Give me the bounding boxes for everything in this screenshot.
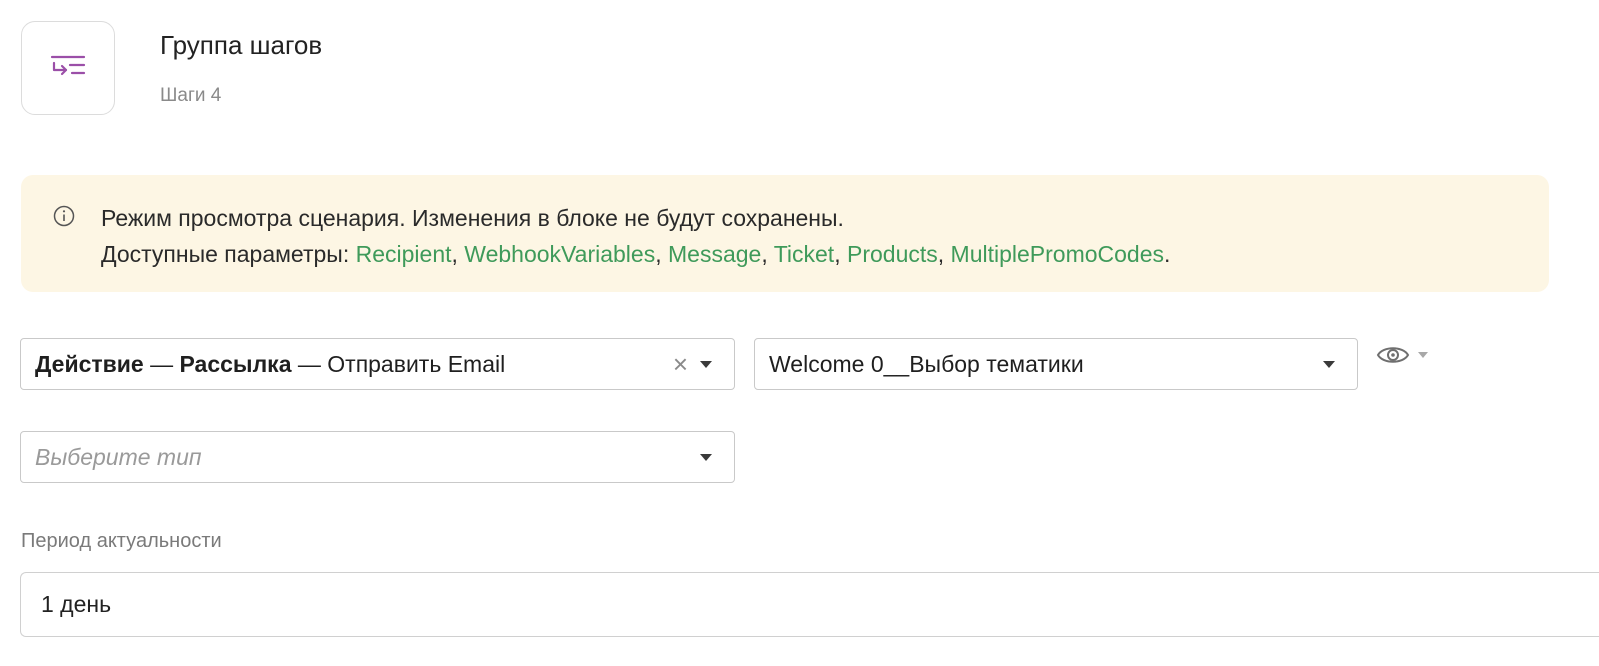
action-select[interactable]: Действие — Рассылка — Отправить Email × <box>20 338 735 390</box>
action-name: Отправить Email <box>327 350 506 377</box>
chevron-down-icon[interactable] <box>700 360 712 368</box>
clear-icon[interactable]: × <box>673 351 688 377</box>
action-category: Действие <box>35 350 144 377</box>
param-link-recipient[interactable]: Recipient <box>356 241 452 267</box>
param-link-message[interactable]: Message <box>668 241 761 267</box>
chevron-down-icon[interactable] <box>1323 360 1335 368</box>
view-mode-notice: Режим просмотра сценария. Изменения в бл… <box>21 175 1549 292</box>
chevron-down-icon[interactable] <box>1418 352 1428 358</box>
step-group-icon <box>50 55 86 76</box>
type-select[interactable]: Выберите тип <box>20 431 735 483</box>
notice-message: Режим просмотра сценария. Изменения в бл… <box>101 205 844 231</box>
eye-icon <box>1376 347 1410 363</box>
param-link-products[interactable]: Products <box>847 241 938 267</box>
action-sep-1: — <box>143 350 180 377</box>
action-select-value: Действие — Рассылка — Отправить Email <box>21 351 673 378</box>
relevance-period-input[interactable] <box>20 572 1599 637</box>
action-sep-2: — <box>291 350 328 377</box>
steps-count: Шаги 4 <box>160 85 222 106</box>
type-select-placeholder: Выберите тип <box>35 443 202 470</box>
page-title: Группа шагов <box>160 30 323 60</box>
relevance-period-label: Период актуальности <box>21 530 222 552</box>
params-label: Доступные параметры: <box>101 241 356 267</box>
template-select-value: Welcome 0__Выбор тематики <box>769 350 1084 377</box>
action-group: Рассылка <box>179 350 292 377</box>
notice-params: Доступные параметры: Recipient, WebhookV… <box>101 241 1171 267</box>
template-select[interactable]: Welcome 0__Выбор тематики <box>754 338 1358 390</box>
info-icon <box>53 205 75 227</box>
param-link-ticket[interactable]: Ticket <box>774 241 835 267</box>
param-link-webhookvariables[interactable]: WebhookVariables <box>464 241 655 267</box>
step-group-icon-box <box>21 21 115 115</box>
param-link-multiplepromocodes[interactable]: MultiplePromoCodes <box>951 241 1164 267</box>
chevron-down-icon[interactable] <box>700 453 712 461</box>
params-end: . <box>1164 241 1171 267</box>
preview-button[interactable] <box>1376 343 1428 367</box>
